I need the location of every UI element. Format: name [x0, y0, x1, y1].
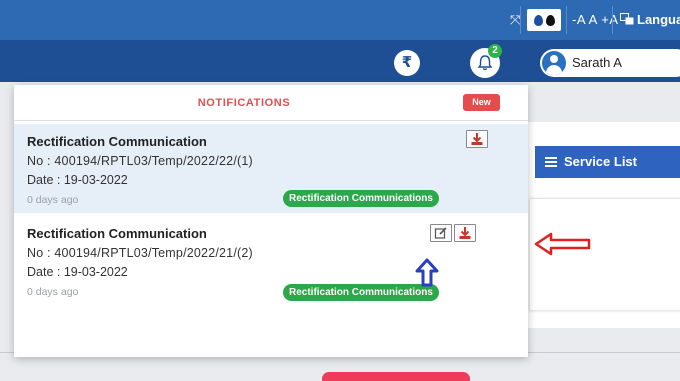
service-list-label: Service List	[564, 154, 637, 169]
language-selector[interactable]: Language	[620, 9, 680, 31]
notification-number: No : 400194/RPTL03/Temp/2022/22/(1)	[27, 154, 253, 168]
notification-age: 0 days ago	[27, 194, 79, 206]
notifications-header: NOTIFICATIONS New	[14, 85, 528, 121]
download-icon	[459, 227, 471, 239]
edit-icon	[434, 227, 447, 239]
notifications-title: NOTIFICATIONS	[197, 97, 291, 109]
contrast-dark-drop	[546, 15, 555, 26]
new-button[interactable]: New	[463, 94, 500, 111]
download-icon	[471, 133, 483, 145]
action-button[interactable]	[322, 372, 470, 381]
blue-arrow-icon	[415, 258, 439, 287]
notification-number: No : 400194/RPTL03/Temp/2022/21/(2)	[27, 246, 253, 260]
notification-badge: 2	[488, 44, 502, 58]
user-avatar-icon	[542, 51, 566, 75]
notifications-dropdown: NOTIFICATIONS New Rectification Communic…	[14, 85, 528, 357]
user-name: Sarath A	[572, 55, 622, 70]
contrast-icon[interactable]	[527, 9, 561, 31]
service-list-button[interactable]: Service List	[535, 146, 680, 178]
notification-age: 0 days ago	[27, 286, 79, 298]
notification-date: Date : 19-03-2022	[27, 265, 128, 279]
notification-title: Rectification Communication	[27, 134, 207, 149]
notification-title: Rectification Communication	[27, 226, 207, 241]
divider	[612, 6, 613, 34]
move-icon[interactable]: ⤧	[510, 9, 520, 31]
language-label: Language	[637, 12, 680, 27]
download-button[interactable]	[454, 224, 476, 242]
notification-item[interactable]: Rectification Communication No : 400194/…	[14, 124, 528, 213]
download-button[interactable]	[466, 130, 488, 148]
utility-bar: ⤧ -A A +A Language	[0, 0, 680, 40]
notification-date: Date : 19-03-2022	[27, 173, 128, 187]
contrast-blue-drop	[534, 15, 543, 26]
list-icon	[545, 157, 557, 167]
notification-item[interactable]: Rectification Communication No : 400194/…	[14, 216, 528, 307]
divider	[520, 6, 521, 34]
divider	[566, 6, 567, 34]
page: ⤧ -A A +A Language ₹ 2 Sarath A	[0, 0, 680, 381]
language-icon	[620, 13, 634, 25]
rupee-icon[interactable]: ₹	[394, 50, 420, 76]
notification-category-tag[interactable]: Rectification Communications	[283, 190, 439, 207]
edit-button[interactable]	[430, 224, 452, 242]
user-menu[interactable]: Sarath A	[540, 49, 680, 77]
red-arrow-icon	[534, 232, 591, 256]
